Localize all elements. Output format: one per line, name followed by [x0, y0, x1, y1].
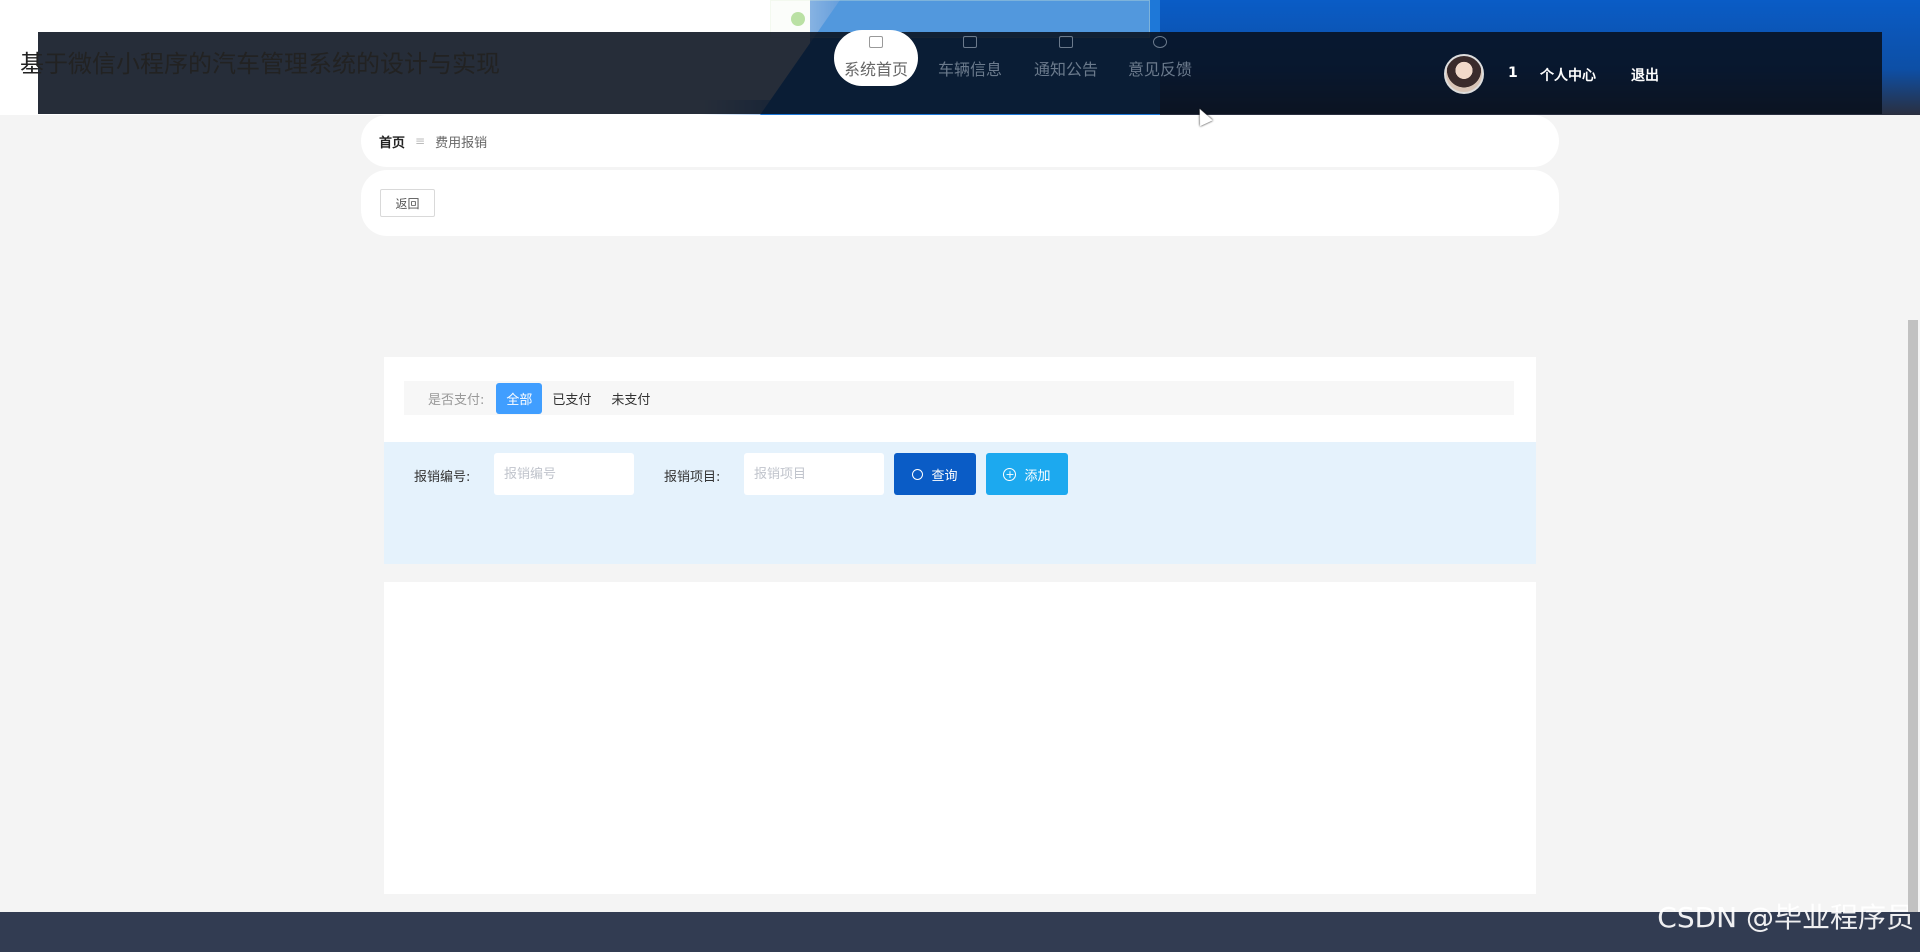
user-id: 1: [1508, 65, 1518, 81]
watermark: CSDN @毕业程序员: [1657, 901, 1914, 934]
nav-feedback[interactable]: 意见反馈: [1124, 30, 1196, 86]
query-button-label: 查询: [931, 468, 958, 484]
payment-status-filter: 是否支付: 全部 已支付 未支付: [404, 381, 1514, 415]
success-icon: [791, 12, 805, 26]
breadcrumb: 首页 ≡ 费用报销: [361, 115, 1559, 167]
filter-option-paid[interactable]: 已支付: [542, 383, 601, 414]
user-center-link[interactable]: 个人中心: [1540, 65, 1596, 85]
query-button[interactable]: 查询: [894, 453, 976, 495]
search-icon: [912, 468, 924, 480]
nav-feedback-label: 意见反馈: [1127, 60, 1192, 79]
nav-home[interactable]: 系统首页: [834, 30, 918, 86]
add-circle-icon: +: [1003, 467, 1017, 481]
add-button-label: 添加: [1024, 468, 1051, 484]
add-button[interactable]: + 添加: [986, 453, 1068, 495]
filter-option-unpaid[interactable]: 未支付: [601, 383, 660, 414]
breadcrumb-home[interactable]: 首页: [379, 132, 405, 151]
filter-card: 是否支付: 全部 已支付 未支付: [384, 357, 1536, 442]
home-icon: [869, 36, 883, 48]
back-panel: 返回: [361, 170, 1559, 236]
search-panel: 报销编号: 报销项目: 查询 + 添加: [384, 442, 1536, 564]
nav-vehicle-info-label: 车辆信息: [937, 60, 1002, 79]
nav-home-label: 系统首页: [843, 60, 908, 79]
site-title: 基于微信小程序的汽车管理系统的设计与实现: [20, 50, 500, 78]
footer-bar: [0, 912, 1920, 952]
payment-status-label: 是否支付:: [428, 392, 485, 408]
reimbursement-code-label: 报销编号:: [414, 470, 471, 485]
reimbursement-item-input[interactable]: [744, 453, 884, 495]
results-list: [384, 582, 1536, 894]
nav-vehicle-info[interactable]: 车辆信息: [934, 30, 1006, 86]
back-button[interactable]: 返回: [380, 189, 435, 217]
nav-notice[interactable]: 通知公告: [1030, 30, 1102, 86]
breadcrumb-separator: ≡: [415, 134, 426, 148]
car-icon: [963, 36, 977, 48]
filter-option-all[interactable]: 全部: [496, 382, 543, 414]
nav-notice-label: 通知公告: [1033, 60, 1098, 79]
feedback-icon: [1153, 36, 1167, 48]
breadcrumb-current: 费用报销: [435, 135, 488, 151]
reimbursement-item-label: 报销项目:: [664, 470, 721, 485]
page-scrollbar[interactable]: [1908, 320, 1918, 912]
notice-icon: [1059, 36, 1073, 48]
reimbursement-code-input[interactable]: [494, 453, 634, 495]
logout-link[interactable]: 退出: [1631, 65, 1659, 85]
user-avatar[interactable]: [1444, 54, 1484, 94]
